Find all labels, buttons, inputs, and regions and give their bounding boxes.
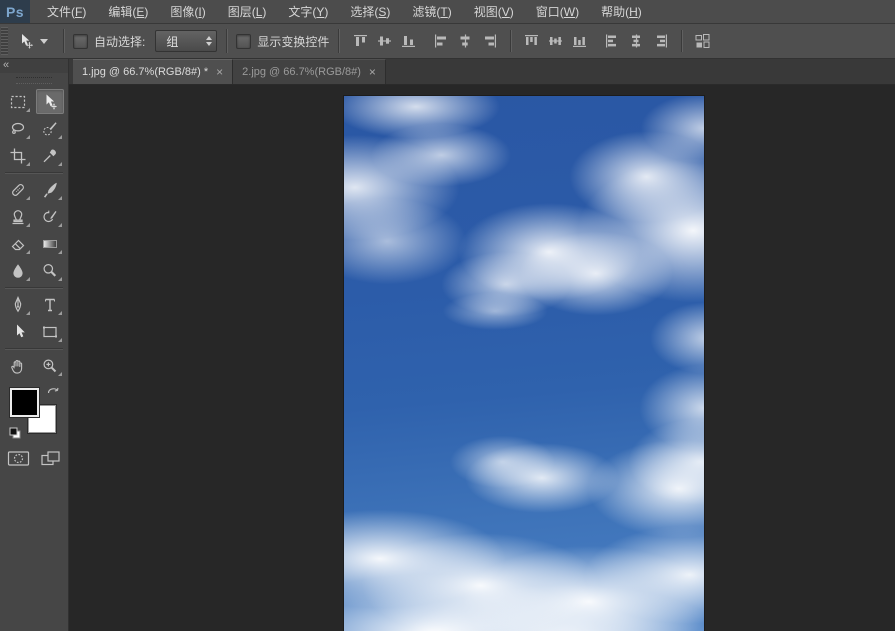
menu-item[interactable]: 视图(V)	[463, 0, 525, 23]
hand-tool[interactable]	[4, 353, 32, 378]
auto-align-layers[interactable]	[691, 30, 713, 52]
alignment-buttons	[348, 30, 714, 52]
separator	[338, 29, 339, 53]
align-right-edges[interactable]	[478, 30, 500, 52]
canvas-image-sky-clouds[interactable]	[344, 96, 704, 631]
swap-colors-icon[interactable]	[46, 385, 60, 397]
canvas-workspace[interactable]	[69, 85, 895, 631]
tool-grid	[4, 89, 64, 378]
show-transform-option: 显示变换控件	[236, 33, 329, 50]
close-tab-icon[interactable]: ×	[369, 66, 376, 78]
tool-preset-picker[interactable]	[14, 30, 54, 52]
tool-divider	[5, 348, 63, 349]
align-top-edges[interactable]	[349, 30, 371, 52]
auto-select-option: 自动选择: 组	[73, 30, 217, 52]
move-tool[interactable]	[36, 89, 64, 114]
clone-stamp-tool[interactable]	[4, 204, 32, 229]
dodge-tool[interactable]	[36, 258, 64, 283]
menu-item[interactable]: 图像(I)	[159, 0, 216, 23]
align-left-edges[interactable]	[430, 30, 452, 52]
foreground-color-swatch[interactable]	[10, 388, 39, 417]
align-bottom-edges[interactable]	[397, 30, 419, 52]
auto-select-label: 自动选择:	[94, 33, 145, 50]
rectangular-marquee-tool[interactable]	[4, 89, 32, 114]
menu-item[interactable]: 窗口(W)	[525, 0, 590, 23]
menu-item[interactable]: 滤镜(T)	[401, 0, 462, 23]
color-swatches	[8, 386, 60, 434]
tab-label: 1.jpg @ 66.7%(RGB/8#) *	[82, 66, 208, 78]
pen-tool[interactable]	[4, 292, 32, 317]
distribute-left-edges[interactable]	[601, 30, 623, 52]
menu-item[interactable]: 文字(Y)	[277, 0, 339, 23]
tools-panel: «	[0, 59, 69, 631]
panel-grip-handle[interactable]	[16, 77, 52, 84]
document-tab[interactable]: 1.jpg @ 66.7%(RGB/8#) * ×	[73, 59, 233, 84]
move-tool-icon	[16, 32, 35, 50]
rectangle-tool[interactable]	[36, 319, 64, 344]
screen-mode-button[interactable]	[39, 448, 62, 469]
dropdown-value: 组	[166, 33, 178, 50]
path-selection-tool[interactable]	[4, 319, 32, 344]
menu-item[interactable]: 编辑(E)	[97, 0, 159, 23]
eraser-tool[interactable]	[4, 231, 32, 256]
tool-divider	[5, 287, 63, 288]
distribute-bottom-edges[interactable]	[568, 30, 590, 52]
main-menu: 文件(F) 编辑(E) 图像(I) 图层(L) 文字(Y) 选择(S) 滤镜(T…	[36, 0, 653, 23]
menu-item[interactable]: 选择(S)	[339, 0, 401, 23]
panel-header: «	[0, 59, 68, 73]
separator	[226, 29, 227, 53]
menu-item[interactable]: 帮助(H)	[590, 0, 653, 23]
document-tab[interactable]: 2.jpg @ 66.7%(RGB/8#) ×	[233, 59, 386, 84]
auto-select-target-dropdown[interactable]: 组	[155, 30, 217, 52]
mode-buttons	[6, 448, 62, 469]
show-transform-label: 显示变换控件	[257, 33, 329, 50]
default-colors-icon[interactable]	[8, 426, 22, 440]
options-bar-grip[interactable]	[1, 27, 8, 55]
menu-bar: Ps 文件(F) 编辑(E) 图像(I) 图层(L) 文字(Y) 选择(S) 滤…	[0, 0, 895, 24]
distribute-right-edges[interactable]	[649, 30, 671, 52]
distribute-horizontal-centers[interactable]	[625, 30, 647, 52]
menu-item[interactable]: 文件(F)	[36, 0, 97, 23]
photoshop-logo: Ps	[0, 0, 30, 23]
dropdown-spinner-icon	[206, 36, 212, 46]
quick-mask-button[interactable]	[6, 448, 31, 469]
workspace: «	[0, 59, 895, 631]
distribute-vertical-centers[interactable]	[544, 30, 566, 52]
options-bar: 自动选择: 组 显示变换控件	[0, 24, 895, 59]
quick-selection-tool[interactable]	[36, 116, 64, 141]
collapse-panels-icon[interactable]: «	[3, 59, 9, 71]
spot-healing-brush-tool[interactable]	[4, 177, 32, 202]
crop-tool[interactable]	[4, 143, 32, 168]
zoom-tool[interactable]	[36, 353, 64, 378]
auto-select-checkbox[interactable]	[73, 34, 88, 49]
photoshop-window: Ps 文件(F) 编辑(E) 图像(I) 图层(L) 文字(Y) 选择(S) 滤…	[0, 0, 895, 631]
document-area: 1.jpg @ 66.7%(RGB/8#) * × 2.jpg @ 66.7%(…	[69, 59, 895, 631]
close-tab-icon[interactable]: ×	[216, 66, 223, 78]
align-horizontal-centers[interactable]	[454, 30, 476, 52]
blur-tool[interactable]	[4, 258, 32, 283]
horizontal-type-tool[interactable]	[36, 292, 64, 317]
tool-divider	[5, 172, 63, 173]
eyedropper-tool[interactable]	[36, 143, 64, 168]
menu-item[interactable]: 图层(L)	[217, 0, 278, 23]
gradient-tool[interactable]	[36, 231, 64, 256]
document-tab-bar: 1.jpg @ 66.7%(RGB/8#) * × 2.jpg @ 66.7%(…	[69, 59, 895, 85]
lasso-tool[interactable]	[4, 116, 32, 141]
align-vertical-centers[interactable]	[373, 30, 395, 52]
brush-tool[interactable]	[36, 177, 64, 202]
tool-preset-caret-icon	[40, 39, 48, 44]
separator	[63, 29, 64, 53]
show-transform-checkbox[interactable]	[236, 34, 251, 49]
tab-label: 2.jpg @ 66.7%(RGB/8#)	[242, 66, 361, 78]
history-brush-tool[interactable]	[36, 204, 64, 229]
distribute-top-edges[interactable]	[520, 30, 542, 52]
